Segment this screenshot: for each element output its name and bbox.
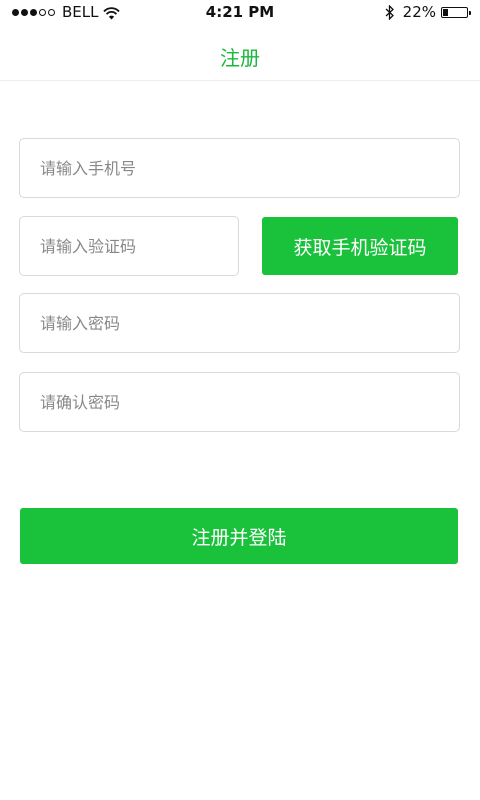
confirm-password-input[interactable] [19, 372, 460, 432]
register-button[interactable]: 注册并登陆 [20, 508, 458, 564]
verification-code-input[interactable] [19, 216, 239, 276]
password-input[interactable] [19, 293, 460, 353]
status-bar: BELL 4:21 PM 22% [0, 0, 480, 26]
battery-fill [443, 8, 448, 16]
battery-percentage: 22% [402, 3, 436, 21]
battery-icon [441, 6, 471, 18]
battery-tip [469, 10, 471, 15]
get-code-button[interactable]: 获取手机验证码 [262, 217, 458, 275]
nav-bar: 注册 [0, 26, 480, 81]
page-title: 注册 [220, 46, 260, 70]
phone-input[interactable] [19, 138, 460, 198]
bluetooth-icon [385, 3, 395, 21]
status-right: 22% [385, 3, 471, 21]
